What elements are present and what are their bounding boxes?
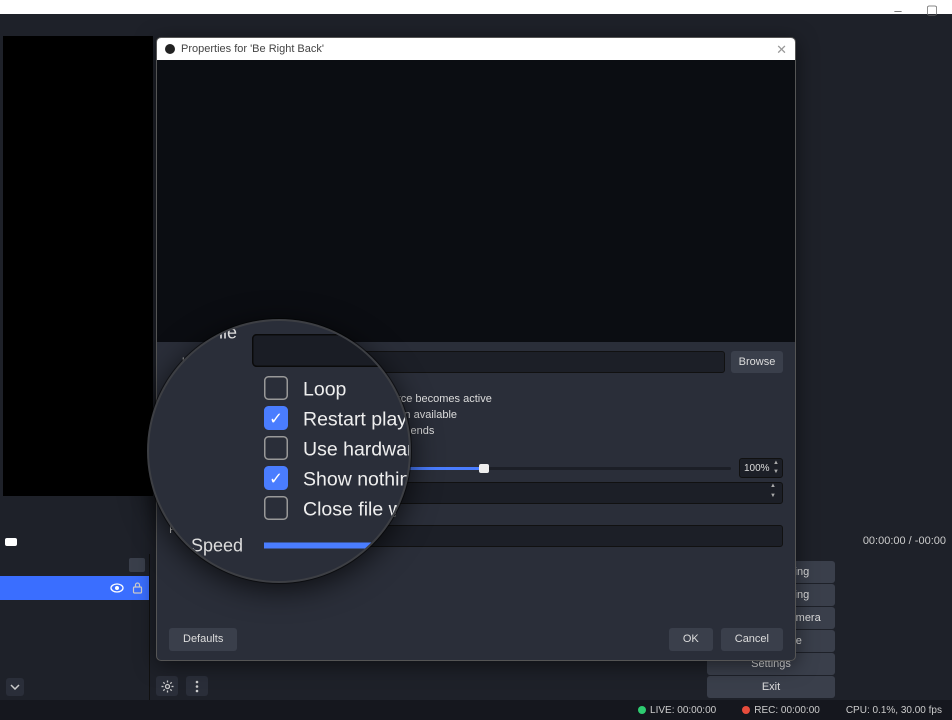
speed-spinner[interactable]: ▲▼	[771, 459, 781, 477]
yuv-select[interactable]: Auto ▲▼	[237, 482, 783, 504]
dialog-body: Local File Browse Loop Restart playback …	[157, 342, 795, 549]
window-controls: – ▢	[878, 0, 952, 20]
status-bar: LIVE: 00:00:00 REC: 00:00:00 CPU: 0.1%, …	[0, 700, 952, 720]
linearalpha-label: Apply alpha in linear space	[265, 508, 396, 520]
file-row: Local File Browse	[169, 351, 783, 373]
source-row-selected[interactable]	[0, 576, 149, 600]
restart-checkbox[interactable]	[243, 392, 257, 406]
live-dot-icon	[638, 706, 646, 714]
closefile-checkbox[interactable]	[243, 440, 257, 454]
close-icon[interactable]: ✕	[776, 42, 787, 58]
linearalpha-checkbox[interactable]	[243, 507, 257, 521]
ffmpeg-row: FFmpeg Options?	[169, 524, 783, 549]
loop-label: Loop	[265, 377, 289, 389]
menu-bar	[0, 14, 952, 36]
speed-slider[interactable]	[237, 467, 731, 470]
speed-value-input[interactable]: 100% ▲▼	[739, 458, 783, 478]
file-label: Local File	[169, 356, 237, 368]
hwdecode-label: Use hardware decoding when available	[265, 409, 457, 421]
sources-toolbar	[0, 554, 149, 576]
hwdecode-row[interactable]: Use hardware decoding when available	[243, 408, 783, 422]
dialog-footer: Defaults OK Cancel	[157, 618, 795, 660]
ok-button[interactable]: OK	[669, 628, 713, 651]
shownothing-label: Show nothing when playback ends	[265, 425, 434, 437]
defaults-button[interactable]: Defaults	[169, 628, 237, 651]
file-input[interactable]	[237, 351, 725, 373]
gear-icon[interactable]	[156, 676, 178, 696]
eye-icon[interactable]	[110, 583, 124, 593]
cancel-button[interactable]: Cancel	[721, 628, 783, 651]
expand-panel-icon[interactable]	[6, 678, 24, 696]
lock-icon[interactable]	[132, 582, 143, 594]
ffmpeg-input[interactable]	[259, 525, 783, 547]
properties-dialog: Properties for 'Be Right Back' ✕ Local F…	[156, 37, 796, 661]
closefile-label: Close file when inactive	[265, 441, 380, 453]
loop-checkbox[interactable]	[243, 376, 257, 390]
browse-button[interactable]: Browse	[731, 351, 783, 373]
sources-grid-icon[interactable]	[129, 558, 145, 572]
seek-handle[interactable]	[5, 538, 17, 546]
restart-label: Restart playback when source becomes act…	[265, 393, 492, 405]
closefile-row[interactable]: Close file when inactive	[243, 440, 783, 454]
shownothing-row[interactable]: Show nothing when playback ends	[243, 424, 783, 438]
dialog-preview	[157, 60, 795, 342]
maximize-icon[interactable]: ▢	[926, 4, 938, 16]
obs-icon	[165, 44, 175, 54]
minimize-icon[interactable]: –	[892, 4, 904, 16]
kebab-menu-icon[interactable]	[186, 676, 208, 696]
status-rec: REC: 00:00:00	[742, 705, 820, 716]
help-icon[interactable]: ?	[239, 537, 251, 549]
speed-row: Speed 100% ▲▼	[169, 457, 783, 479]
dialog-title: Properties for 'Be Right Back'	[181, 43, 324, 55]
dialog-titlebar[interactable]: Properties for 'Be Right Back' ✕	[157, 38, 795, 60]
time-readout: 00:00:00 / -00:00	[863, 535, 946, 547]
shownothing-checkbox[interactable]	[243, 424, 257, 438]
yuv-row: Auto ▲▼	[169, 482, 783, 504]
status-cpu: CPU: 0.1%, 30.00 fps	[846, 705, 942, 716]
speed-label: Speed	[169, 462, 237, 474]
preview-canvas[interactable]	[3, 36, 153, 496]
exit-button[interactable]: Exit	[707, 676, 835, 698]
bottom-tool-tray	[156, 676, 208, 696]
hwdecode-checkbox[interactable]	[243, 408, 257, 422]
speed-slider-thumb[interactable]	[479, 464, 489, 473]
rec-dot-icon	[742, 706, 750, 714]
restart-row[interactable]: Restart playback when source becomes act…	[243, 392, 783, 406]
app-titlebar	[0, 0, 952, 14]
ffmpeg-label: FFmpeg Options?	[169, 524, 259, 549]
linearalpha-row[interactable]: Apply alpha in linear space	[243, 507, 783, 521]
loop-row[interactable]: Loop	[243, 376, 783, 390]
status-live: LIVE: 00:00:00	[638, 705, 716, 716]
